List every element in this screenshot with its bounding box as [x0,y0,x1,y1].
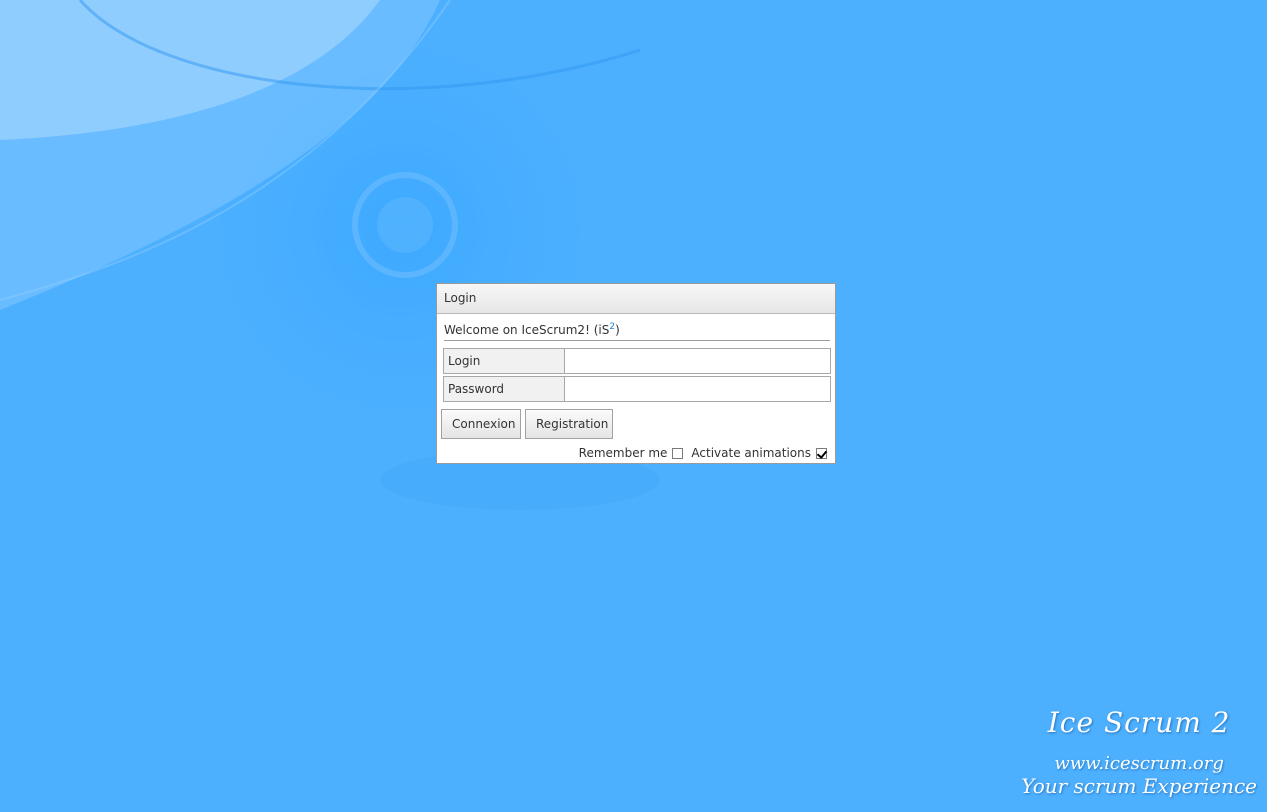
brand-tagline: Your scrum Experience [1021,774,1257,798]
welcome-text: Welcome on IceScrum2! (iS [444,323,610,337]
remember-me-label: Remember me [578,446,668,460]
brand-title: Ice Scrum 2 [1047,706,1231,739]
brand-url: www.icescrum.org [1054,753,1224,774]
remember-me-checkbox[interactable] [672,447,684,459]
dialog-title: Login [437,284,835,314]
login-label: Login [444,349,565,373]
welcome-message: Welcome on IceScrum2! (iS2) [444,322,830,341]
password-input[interactable] [565,377,830,401]
login-field-row: Login [443,348,831,374]
login-options: Remember me Activate animations [579,446,827,460]
connexion-button[interactable]: Connexion [441,409,521,439]
login-input[interactable] [565,349,830,373]
password-field-row: Password [443,376,831,402]
welcome-close-paren: ) [615,323,620,337]
registration-button[interactable]: Registration [525,409,613,439]
login-dialog: Login Welcome on IceScrum2! (iS2) Login … [436,283,836,464]
activate-animations-checkbox[interactable] [816,447,827,459]
icescrum-branding: Ice Scrum 2 www.icescrum.org Your scrum … [1021,706,1257,798]
activate-animations-label: Activate animations [691,446,811,460]
password-label: Password [444,377,565,401]
